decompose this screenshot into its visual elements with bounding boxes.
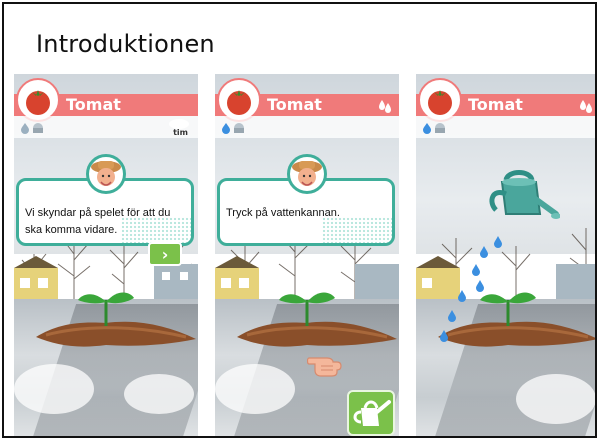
water-level-icon [21, 123, 43, 134]
snow-patch [516, 374, 595, 424]
pointing-hand-icon [307, 357, 342, 377]
falling-water-drops [440, 236, 502, 342]
dialog-pattern [121, 217, 191, 243]
water-drop-icon [580, 100, 592, 113]
next-button[interactable]: › [148, 242, 182, 266]
screenshot-frame: Introduktionen Tomat tim Vi skyndar på s… [2, 2, 597, 438]
snow-patch [215, 364, 295, 414]
water-drop-icon [379, 100, 391, 113]
page-title: Introduktionen [36, 30, 215, 58]
time-label: tim [173, 128, 188, 137]
screen-panel-2: Tomat Tryck på vattenkannan. [215, 74, 399, 436]
screen-panel-1: Tomat tim Vi skyndar på spelet för att d… [14, 74, 198, 436]
farmer-avatar-icon [287, 154, 327, 194]
plant-name: Tomat [66, 95, 121, 114]
chevron-right-icon: › [161, 245, 169, 264]
water-level-icon [423, 123, 445, 134]
plant-sprout [279, 292, 335, 326]
snow-patch [124, 374, 194, 414]
watering-can-icon[interactable] [486, 158, 560, 232]
plant-name: Tomat [267, 95, 322, 114]
plant-sprout [78, 292, 134, 326]
plant-name: Tomat [468, 95, 523, 114]
screen-panel-3: Tomat [416, 74, 595, 436]
farmer-avatar-icon [86, 154, 126, 194]
water-level-icon [222, 123, 244, 134]
watering-can-button[interactable] [347, 390, 395, 436]
watering-can-icon [353, 400, 391, 426]
snow-patch [14, 364, 94, 414]
dialog-pattern [322, 217, 392, 243]
